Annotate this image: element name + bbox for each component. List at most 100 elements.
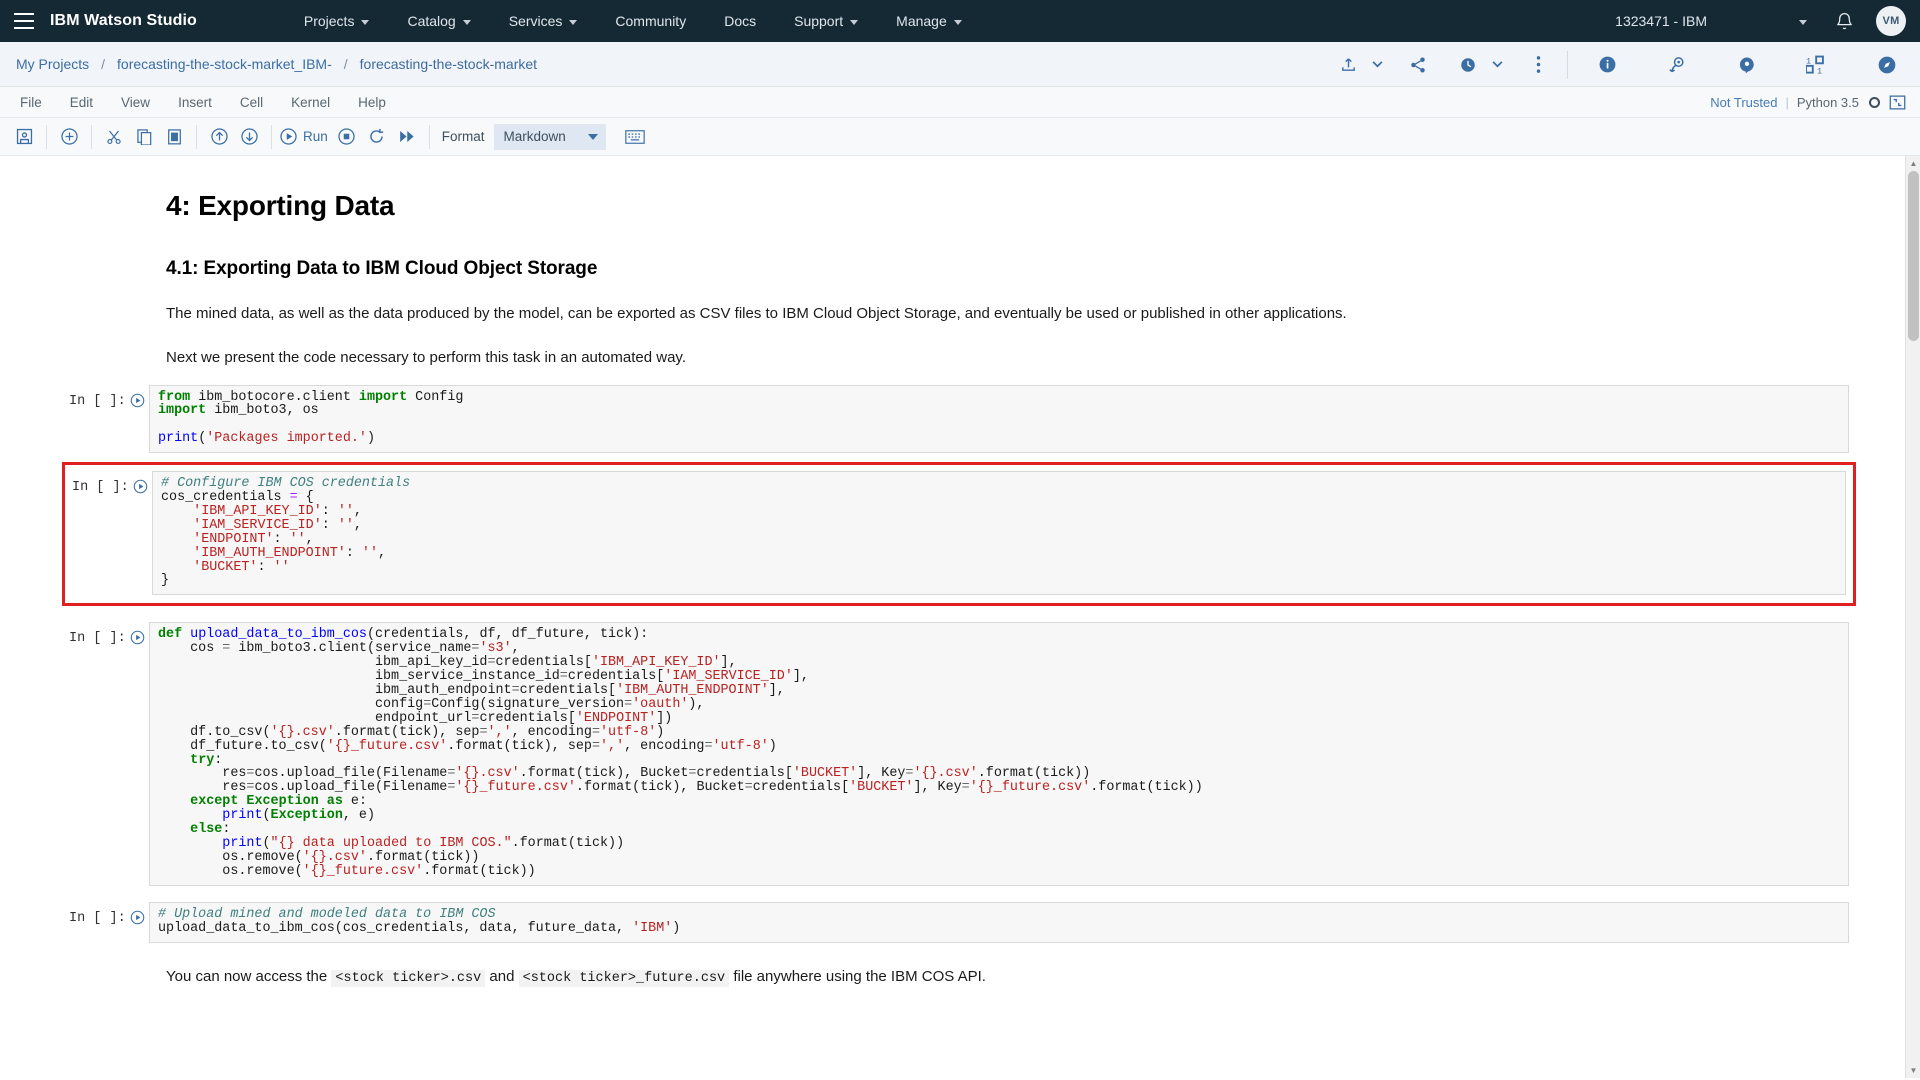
notebook-body[interactable]: 4: Exporting Data 4.1: Exporting Data to…: [0, 156, 1920, 1078]
restart-icon[interactable]: [362, 122, 392, 152]
scroll-down-arrow-icon[interactable]: ▼: [1906, 1063, 1920, 1078]
markdown-cell-footer[interactable]: You can now access the <stock ticker>.cs…: [29, 967, 1891, 988]
toolbar-divider: [1567, 50, 1568, 79]
run-cell-icon[interactable]: [125, 902, 149, 925]
run-cell-icon[interactable]: [125, 385, 149, 408]
move-down-icon[interactable]: [234, 122, 264, 152]
vertical-scrollbar[interactable]: ▲ ▼: [1905, 156, 1920, 1078]
notebook-toolbar: Run Format Markdown: [0, 118, 1920, 156]
overflow-menu-icon[interactable]: [1519, 42, 1557, 87]
nav-item-catalog[interactable]: Catalog: [388, 0, 489, 42]
breadcrumb-toolbar: 1 1: [1329, 42, 1920, 87]
nav-item-community[interactable]: Community: [596, 0, 705, 42]
run-cell-icon[interactable]: [128, 471, 152, 494]
breadcrumb-item-notebook[interactable]: forecasting-the-stock-market: [360, 56, 537, 72]
chevron-down-icon: [462, 19, 471, 25]
section-subtitle: 4.1: Exporting Data to IBM Cloud Object …: [166, 258, 598, 279]
paragraph-footer: You can now access the <stock ticker>.cs…: [166, 967, 1771, 988]
breadcrumb-item-project[interactable]: forecasting-the-stock-market_IBM-: [117, 56, 332, 72]
breadcrumb-separator: /: [343, 56, 348, 72]
code-editor[interactable]: def upload_data_to_ibm_cos(credentials, …: [149, 622, 1849, 886]
toolbar-divider: [46, 124, 47, 149]
nav-item-projects[interactable]: Projects: [285, 0, 389, 42]
fast-forward-icon[interactable]: [392, 122, 422, 152]
chevron-down-icon: [361, 19, 370, 25]
footer-code-a: <stock ticker>.csv: [331, 969, 486, 987]
cut-icon[interactable]: [99, 122, 129, 152]
history-icon[interactable]: [1449, 42, 1487, 87]
run-icon: [279, 127, 298, 146]
footer-text-b: and: [489, 967, 515, 985]
expand-icon[interactable]: [1889, 94, 1906, 111]
cell-prompt: In [ ]:: [69, 393, 126, 409]
compass-icon[interactable]: [1868, 42, 1906, 87]
share-icon[interactable]: [1399, 42, 1437, 87]
code-snippets-icon[interactable]: 1 1: [1798, 42, 1836, 87]
scrollbar-thumb[interactable]: [1908, 171, 1919, 341]
trust-status[interactable]: Not Trusted: [1710, 95, 1777, 110]
scroll-up-arrow-icon[interactable]: ▲: [1906, 156, 1920, 171]
notebook-cell-upload-call[interactable]: In [ ]: # Upload mined and modeled data …: [29, 901, 1891, 943]
code-editor[interactable]: # Upload mined and modeled data to IBM C…: [149, 901, 1849, 943]
avatar[interactable]: VM: [1876, 6, 1906, 36]
add-cell-icon[interactable]: [54, 122, 84, 152]
nav-item-manage[interactable]: Manage: [877, 0, 981, 42]
run-cell-icon[interactable]: [125, 622, 149, 645]
kernel-status: Not Trusted | Python 3.5: [1710, 87, 1910, 118]
menu-view[interactable]: View: [107, 87, 164, 118]
account-switcher[interactable]: 1323471 - IBM: [1615, 13, 1807, 29]
svg-text:1: 1: [1817, 66, 1822, 75]
toolbar-divider: [91, 124, 92, 149]
stop-icon[interactable]: [332, 122, 362, 152]
code-editor[interactable]: from ibm_botocore.client import Config i…: [149, 384, 1849, 454]
upload-icon[interactable]: [1329, 42, 1367, 87]
markdown-cell-headings[interactable]: 4: Exporting Data 4.1: Exporting Data to…: [29, 190, 1891, 369]
nav-item-support[interactable]: Support: [775, 0, 877, 42]
paragraph-intro: The mined data, as well as the data prod…: [166, 305, 1347, 322]
breadcrumb-bar: My Projects / forecasting-the-stock-mark…: [0, 42, 1920, 87]
notebook-cell-upload-function[interactable]: In [ ]: def upload_data_to_ibm_cos(crede…: [29, 622, 1891, 886]
history-chevron-down-icon[interactable]: [1487, 42, 1507, 87]
nav-label: Services: [508, 13, 563, 29]
notebook-cell-imports[interactable]: In [ ]: from ibm_botocore.client import …: [29, 384, 1891, 454]
upload-chevron-down-icon[interactable]: [1367, 42, 1387, 87]
move-up-icon[interactable]: [204, 122, 234, 152]
breadcrumb-separator: /: [101, 56, 106, 72]
format-label: Format: [441, 129, 485, 144]
code-editor[interactable]: # Configure IBM COS credentials cos_cred…: [152, 471, 1846, 596]
nav-item-services[interactable]: Services: [490, 0, 597, 42]
menu-kernel[interactable]: Kernel: [277, 87, 344, 118]
run-button[interactable]: Run: [279, 127, 332, 146]
paste-icon[interactable]: [159, 122, 189, 152]
masthead-right: 1323471 - IBM VM: [1615, 0, 1920, 42]
kernel-name[interactable]: Python 3.5: [1797, 95, 1859, 110]
toolbar-divider: [196, 124, 197, 149]
find-data-icon[interactable]: [1658, 42, 1696, 87]
nav-label: Catalog: [407, 13, 456, 29]
brand-title[interactable]: IBM Watson Studio: [50, 12, 197, 30]
menu-cell[interactable]: Cell: [226, 87, 277, 118]
paragraph-next: Next we present the code necessary to pe…: [166, 349, 686, 367]
nav-label: Community: [615, 13, 687, 29]
notifications-bell-icon[interactable]: [1835, 12, 1854, 31]
hamburger-icon[interactable]: [0, 0, 48, 42]
menu-edit[interactable]: Edit: [56, 87, 107, 118]
cell-prompt: In [ ]:: [69, 631, 126, 647]
keyboard-icon[interactable]: [620, 122, 650, 152]
format-dropdown[interactable]: Markdown: [493, 123, 606, 150]
copy-icon[interactable]: [129, 122, 159, 152]
menu-insert[interactable]: Insert: [164, 87, 226, 118]
comment-icon[interactable]: [1728, 42, 1766, 87]
footer-code-b: <stock ticker>_future.csv: [518, 969, 730, 987]
info-icon[interactable]: [1588, 42, 1626, 87]
notebook-menubar: File Edit View Insert Cell Kernel Help N…: [0, 87, 1920, 118]
menu-help[interactable]: Help: [344, 87, 400, 118]
chevron-down-icon: [850, 19, 859, 25]
format-value: Markdown: [503, 129, 566, 144]
nav-item-docs[interactable]: Docs: [705, 0, 775, 42]
breadcrumb-item-my-projects[interactable]: My Projects: [16, 56, 89, 72]
save-icon[interactable]: [9, 122, 39, 152]
notebook-cell-credentials[interactable]: In [ ]: # Configure IBM COS credentials …: [62, 462, 1856, 607]
menu-file[interactable]: File: [6, 87, 56, 118]
cell-prompt: In [ ]:: [69, 910, 126, 926]
